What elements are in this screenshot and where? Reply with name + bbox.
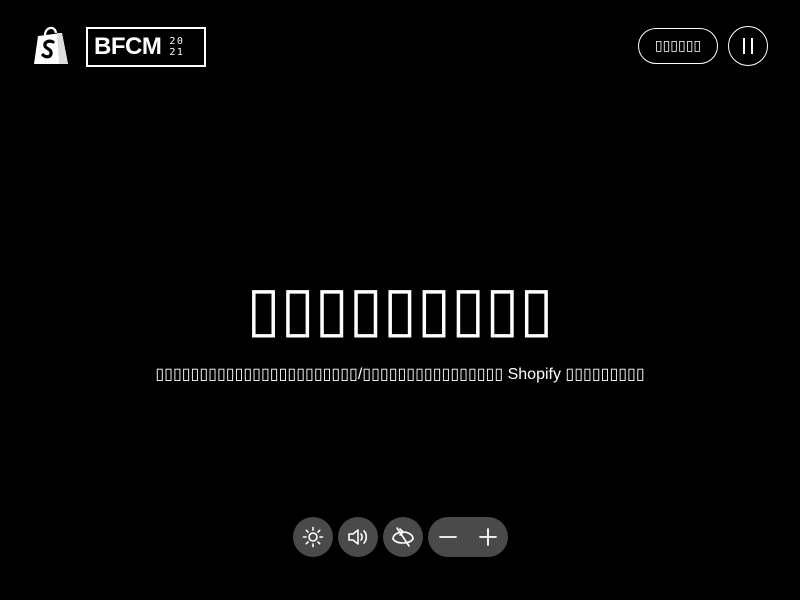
pause-icon (740, 38, 756, 54)
zoom-controls (428, 517, 508, 557)
page-subtitle: ▯▯▯▯▯▯▯▯▯▯▯▯▯▯▯▯▯▯▯▯▯▯▯/▯▯▯▯▯▯▯▯▯▯▯▯▯▯▯▯… (155, 366, 645, 383)
bfcm-year: 20 21 (169, 36, 184, 58)
rotate-off-icon (389, 526, 417, 548)
zoom-in-button[interactable] (470, 519, 506, 555)
bfcm-title: BFCM (94, 33, 162, 60)
zoom-out-button[interactable] (430, 519, 466, 555)
zoom-in-icon (478, 527, 498, 547)
page-title: ▯▯▯▯▯▯▯▯▯ (246, 272, 554, 345)
language-button[interactable]: ▯▯▯▯▯▯ (638, 28, 718, 64)
shopify-bag-icon[interactable] (32, 24, 70, 66)
volume-icon (346, 526, 370, 548)
bfcm-year-bottom: 21 (169, 47, 185, 58)
page: BFCM 20 21 ▯▯▯▯▯▯ ▯▯▯▯▯▯▯▯▯ ▯▯▯▯▯▯▯▯▯▯▯▯… (0, 0, 800, 600)
bfcm-year-top: 20 (169, 36, 185, 47)
zoom-out-icon (438, 527, 458, 547)
volume-button[interactable] (338, 517, 378, 557)
bfcm-logo: BFCM 20 21 (86, 27, 206, 67)
pause-button[interactable] (728, 26, 768, 66)
rotate-off-button[interactable] (383, 517, 423, 557)
brightness-button[interactable] (293, 517, 333, 557)
view-controls (293, 517, 508, 557)
brightness-icon (302, 526, 324, 548)
